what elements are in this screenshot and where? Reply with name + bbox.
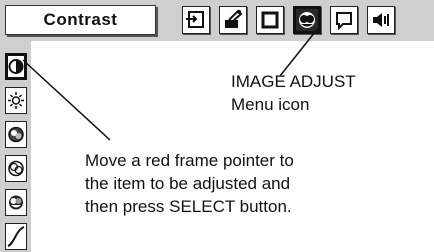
sidebar — [0, 41, 31, 252]
image-adjust-callout: IMAGE ADJUST Menu icon — [231, 70, 356, 116]
callout-image-adjust-line1: IMAGE ADJUST — [231, 72, 356, 91]
pointer-instruction-callout: Move a red frame pointer to the item to … — [85, 149, 294, 218]
callout-pointer-line3: then press SELECT button. — [85, 197, 292, 216]
setting-icon[interactable] — [219, 6, 247, 34]
guide-icon[interactable] — [330, 6, 358, 34]
gamma-icon[interactable] — [5, 223, 27, 250]
menu-bar: Contrast — [0, 0, 434, 41]
screen-icon[interactable] — [256, 6, 284, 34]
sound-icon[interactable] — [367, 6, 395, 34]
callout-pointer-line1: Move a red frame pointer to — [85, 151, 294, 170]
input-icon[interactable] — [182, 6, 210, 34]
image-adjust-icon[interactable] — [293, 6, 321, 34]
callout-pointer-line2: the item to be adjusted and — [85, 174, 291, 193]
contrast-icon[interactable] — [5, 53, 27, 80]
white-balance-icon[interactable] — [5, 189, 27, 216]
menu-title: Contrast — [5, 5, 156, 35]
color-icon[interactable] — [5, 121, 27, 148]
callout-image-adjust-line2: Menu icon — [231, 95, 310, 114]
brightness-icon[interactable] — [5, 87, 27, 114]
tint-icon[interactable] — [5, 155, 27, 182]
